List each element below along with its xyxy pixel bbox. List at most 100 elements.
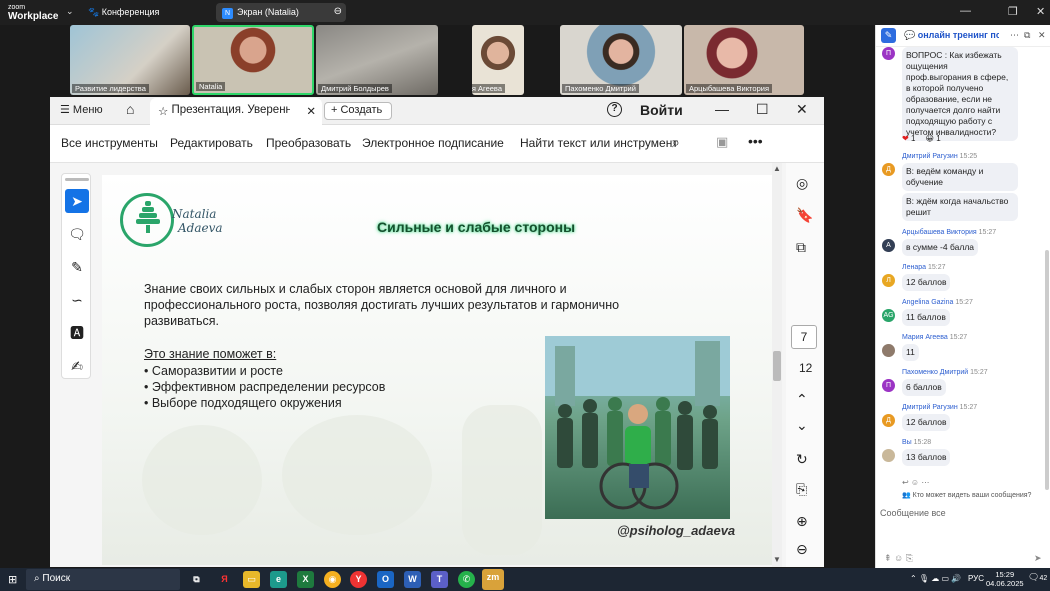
save-icon[interactable]: ▣ xyxy=(716,134,728,150)
vertical-scrollbar[interactable]: ▲ ▼ xyxy=(772,163,782,567)
clock[interactable]: 15:29 04.06.2025 xyxy=(986,570,1024,588)
avatar xyxy=(882,344,895,357)
scroll-down-icon[interactable]: ▼ xyxy=(773,555,781,564)
compose-icon[interactable]: ✎ xyxy=(881,28,896,43)
draw-icon[interactable]: ∽ xyxy=(65,288,89,312)
send-icon[interactable]: ➤ xyxy=(1034,553,1042,564)
e-sign-button[interactable]: Электронное подписание xyxy=(362,136,504,150)
text-icon[interactable]: 🅰 xyxy=(65,321,89,345)
highlight-icon[interactable]: ✎ xyxy=(65,255,89,279)
close-icon[interactable]: ✕ xyxy=(796,101,808,118)
reactions: ❤ 1 😀 1 xyxy=(902,134,941,143)
chat-input[interactable]: Сообщение все xyxy=(880,508,946,518)
notifications-icon[interactable]: 🗨42 xyxy=(1028,572,1047,583)
video-tile[interactable]: Дмитрий Болдырев xyxy=(316,25,438,95)
message-actions[interactable]: ↩ ☺ ⋯ xyxy=(902,478,929,487)
teams-icon[interactable]: T xyxy=(431,571,448,588)
message-time: 15:27 xyxy=(928,264,946,271)
avatar: AG xyxy=(882,309,895,322)
all-tools-button[interactable]: Все инструменты xyxy=(61,136,158,150)
pages-icon[interactable]: ⧉ xyxy=(796,239,806,256)
video-tile[interactable]: Пахоменко Дмитрий xyxy=(560,25,682,95)
scroll-thumb[interactable] xyxy=(773,351,781,381)
message-time: 15:25 xyxy=(959,153,978,160)
bookmark-icon[interactable]: 🔖 xyxy=(796,207,813,224)
avatar: Л xyxy=(882,274,895,287)
create-button[interactable]: + Создать xyxy=(324,102,392,120)
video-tile[interactable]: Арцыбашева Виктория xyxy=(684,25,804,95)
message-sender: Дмитрий Рагузин 15:25 xyxy=(902,153,977,160)
more-icon[interactable]: ⊖ xyxy=(334,6,342,17)
minimize-icon[interactable]: — xyxy=(960,5,971,17)
ai-assistant-icon[interactable]: ◎ xyxy=(796,175,808,192)
yandex-icon[interactable]: Я xyxy=(216,571,233,588)
close-icon[interactable]: ✕ xyxy=(1036,5,1045,18)
video-tile[interactable]: Мария Агеева xyxy=(472,25,524,95)
minimize-icon[interactable]: — xyxy=(715,101,729,117)
rotate-icon[interactable]: ↻ xyxy=(796,451,808,468)
zoom-app-icon[interactable]: zm xyxy=(482,569,504,590)
chat-scrollbar[interactable] xyxy=(1045,250,1049,490)
excel-icon[interactable]: X xyxy=(297,571,314,588)
sign-icon[interactable]: ✍ xyxy=(65,354,89,378)
message-sender: Арцыбашева Виктория 15:27 xyxy=(902,229,996,236)
edge-icon[interactable]: e xyxy=(270,571,287,588)
input-language[interactable]: РУС xyxy=(968,574,984,583)
more-icon[interactable]: ••• xyxy=(748,133,763,149)
chat-message: 13 баллов xyxy=(902,449,951,466)
video-tile[interactable]: Развитие лидерства xyxy=(70,25,190,95)
conference-tab[interactable]: 🐾 Конференция xyxy=(88,7,159,18)
sign-in-button[interactable]: Войти xyxy=(640,102,683,118)
edit-button[interactable]: Редактировать xyxy=(170,136,253,150)
taskbar-search[interactable]: ⌕ Поиск xyxy=(26,569,180,590)
help-icon[interactable]: ? xyxy=(607,102,622,117)
zoom-in-icon[interactable]: ⊕ xyxy=(796,513,808,530)
whatsapp-icon[interactable]: ✆ xyxy=(458,571,475,588)
close-icon[interactable]: ✕ xyxy=(1038,30,1046,41)
maximize-icon[interactable]: ☐ xyxy=(756,101,769,118)
select-tool-icon[interactable]: ➤ xyxy=(65,189,89,213)
menu-button[interactable]: ☰ Меню xyxy=(60,103,103,116)
message-sender: Вы 15:28 xyxy=(902,439,931,446)
folder-icon[interactable]: ▭ xyxy=(243,571,260,588)
more-icon[interactable]: ⋯ xyxy=(1010,30,1019,41)
tray-icons[interactable]: ⌃ 🎙 ☁ ▭ 🔊 xyxy=(910,574,961,583)
comment-icon[interactable]: 🗨 xyxy=(65,222,89,246)
scroll-up-icon[interactable]: ▲ xyxy=(773,164,781,173)
task-view-icon[interactable]: ⧉ xyxy=(188,571,205,588)
home-icon[interactable]: ⌂ xyxy=(126,101,134,117)
chevron-up-icon[interactable]: ⌃ xyxy=(796,391,808,408)
windows-start-icon[interactable]: ⊞ xyxy=(8,573,17,586)
heart-icon[interactable]: ❤ xyxy=(902,134,909,143)
word-icon[interactable]: W xyxy=(404,571,421,588)
popout-icon[interactable]: ⧉ xyxy=(1024,30,1030,41)
search-icon[interactable]: ⌕ xyxy=(672,134,680,151)
chat-message: 12 баллов xyxy=(902,274,951,291)
message-time: 15:27 xyxy=(970,369,988,376)
page-number-input[interactable]: 7 xyxy=(791,325,817,349)
page-tools-icon[interactable]: ⎘ xyxy=(796,481,807,498)
video-tile-active[interactable]: Natalia xyxy=(192,25,314,95)
chevron-down-icon[interactable]: ⌄ xyxy=(66,6,74,17)
sender-name: Арцыбашева Виктория xyxy=(902,229,977,236)
yandex-browser-icon[interactable]: Y xyxy=(350,571,367,588)
smile-icon[interactable]: 😀 xyxy=(926,134,934,143)
chat-input-tools[interactable]: ⇞ ☺ ⎘ xyxy=(884,553,913,564)
screen-share-tab[interactable]: N Экран (Natalia) ⊖ xyxy=(216,3,346,22)
find-tool-button[interactable]: Найти текст или инструмент xyxy=(520,136,678,150)
who-can-see-link[interactable]: 👥 Кто может видеть ваши сообщения? xyxy=(902,491,1031,499)
restore-icon[interactable]: ❐ xyxy=(1008,5,1018,18)
star-icon[interactable]: ☆ xyxy=(158,106,172,118)
document-area: ➤ 🗨 ✎ ∽ 🅰 ✍ Natalia Adaeva Сильные и сла… xyxy=(50,163,824,567)
close-tab-icon[interactable]: ✕ xyxy=(306,104,316,118)
sender-name: Пахоменко Дмитрий xyxy=(902,369,969,376)
chat-title[interactable]: 💬 онлайн тренинг по... xyxy=(904,30,999,41)
drag-handle[interactable] xyxy=(65,178,89,181)
convert-button[interactable]: Преобразовать xyxy=(266,136,351,150)
zoom-out-icon[interactable]: ⊖ xyxy=(796,541,808,558)
document-tab[interactable]: ☆ Презентация. Уверенность в себ ✕ xyxy=(150,98,322,125)
outlook-icon[interactable]: O xyxy=(377,571,394,588)
chevron-down-icon[interactable]: ⌄ xyxy=(796,417,808,434)
sender-name: Angelina Gazina xyxy=(902,299,954,306)
chrome-icon[interactable]: ◉ xyxy=(324,571,341,588)
